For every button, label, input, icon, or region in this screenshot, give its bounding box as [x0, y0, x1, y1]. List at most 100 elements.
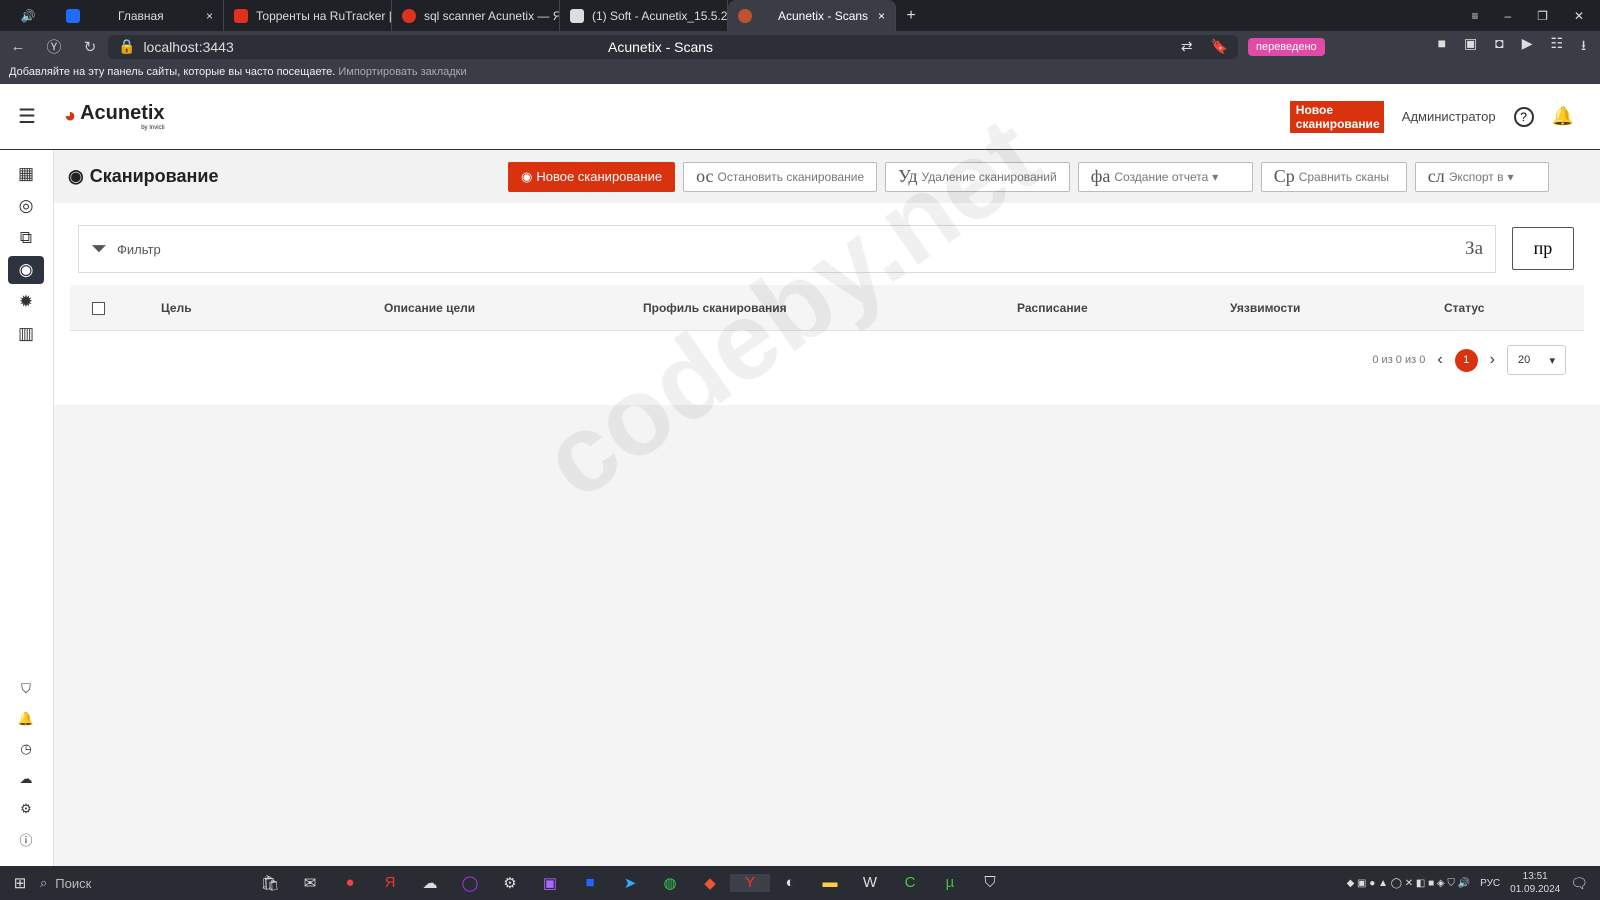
url-field[interactable]: 🔒 localhost:3443 Acunetix - Scans ⇄ 🔖 — [108, 34, 1238, 59]
filter-action-glyph[interactable]: За — [1465, 238, 1483, 260]
bookmark-icon[interactable]: 🔖 — [1211, 38, 1228, 55]
generate-report-button[interactable]: фа Создание отчета ▾ — [1077, 161, 1253, 192]
app-icon[interactable]: ■ — [570, 874, 610, 892]
user-menu[interactable]: Администратор — [1402, 109, 1496, 124]
info-icon[interactable]: ⓘ — [8, 826, 44, 852]
acunetix-logo[interactable]: ◕ Acunetix by Invicti — [64, 102, 165, 131]
language-indicator[interactable]: РУС — [1480, 878, 1500, 889]
button-label: Новое сканирование — [536, 169, 663, 184]
filter-funnel-icon: ⏷ — [91, 237, 107, 260]
lock-icon: 🔒 — [118, 38, 136, 54]
notifications-icon[interactable]: 🗨 — [1570, 875, 1588, 892]
yandex-icon[interactable]: Ⓨ — [36, 36, 72, 57]
targets-icon[interactable]: ◎ — [8, 192, 44, 220]
logo-mark-icon: ◕ — [64, 105, 77, 127]
favicon-icon — [234, 8, 248, 23]
sound-icon[interactable]: 🔊 — [0, 9, 56, 23]
tab-home[interactable]: Главная × — [56, 0, 224, 31]
tray-icons[interactable]: ◆ ▣ ● ▲ ◯ ✕ ◧ ■ ◈ ⛉ 🔊 — [1347, 878, 1471, 889]
shield-icon[interactable]: ⛉ — [8, 676, 44, 702]
close-window-icon[interactable]: ✕ — [1574, 9, 1584, 23]
close-tab-icon[interactable]: × — [878, 9, 885, 23]
translate-icon[interactable]: ⇄ — [1181, 38, 1193, 55]
import-bookmarks-link[interactable]: Импортировать закладки — [338, 66, 466, 78]
reports-chart-icon[interactable]: ▥ — [8, 320, 44, 348]
app-icon[interactable]: ▣ — [530, 874, 570, 892]
reload-icon[interactable]: ↻ — [72, 38, 108, 56]
download-icon[interactable]: ⭳ — [1581, 35, 1586, 59]
play-icon[interactable]: ▶ — [1522, 35, 1533, 59]
page-1-button[interactable]: 1 — [1454, 348, 1478, 372]
tab-acunetix-scans[interactable]: Acunetix - Scans × — [728, 0, 896, 31]
translated-badge[interactable]: переведено — [1248, 37, 1325, 56]
telegram-icon[interactable]: ➤ — [610, 874, 650, 892]
tab-soft[interactable]: (1) Soft - Acunetix_15.5.23 — [560, 0, 728, 31]
tab-rutracker[interactable]: Торренты на RuTracker | T — [224, 0, 392, 31]
column-header-target[interactable]: Цель — [161, 301, 192, 315]
column-header-vulnerabilities[interactable]: Уязвимости — [1230, 301, 1300, 315]
app-icon[interactable]: ◆ — [690, 874, 730, 892]
next-page-icon[interactable]: › — [1490, 351, 1495, 369]
menu-icon[interactable]: ≡ — [1471, 9, 1478, 23]
extension-icon[interactable]: ■ — [1438, 35, 1446, 59]
app-icon[interactable]: ⚙ — [490, 874, 530, 892]
back-icon[interactable]: ← — [0, 38, 36, 55]
collections-icon[interactable]: ☷ — [1551, 35, 1564, 59]
app-icon[interactable]: C — [890, 874, 930, 892]
security-icon[interactable]: ⛉ — [970, 874, 1010, 892]
clock[interactable]: 13:51 01.09.2024 — [1510, 870, 1560, 896]
target-groups-icon[interactable]: ⧉ — [8, 224, 44, 252]
dashboard-icon[interactable]: ▦ — [8, 160, 44, 188]
steam-icon[interactable]: ◐ — [770, 874, 810, 892]
hamburger-menu-icon[interactable]: ☰ — [0, 104, 54, 129]
tab-yandex-search[interactable]: sql scanner Acunetix — Ян — [392, 0, 560, 31]
chrome-icon[interactable]: ● — [330, 874, 370, 892]
column-header-status[interactable]: Статус — [1444, 301, 1484, 315]
help-icon[interactable]: ? — [1513, 106, 1534, 127]
scan-icon: ◉ — [68, 166, 84, 186]
bell-icon[interactable]: 🔔 — [8, 706, 44, 732]
select-all-checkbox[interactable] — [92, 302, 105, 315]
yandex-icon[interactable]: Я — [370, 874, 410, 892]
search-label: Поиск — [55, 875, 92, 891]
cloud-upload-icon[interactable]: ☁ — [8, 766, 44, 792]
yandex-browser-icon[interactable]: Y — [730, 874, 770, 892]
app-icon[interactable]: W — [850, 874, 890, 892]
stop-scan-button[interactable]: ос Остановить сканирование — [683, 161, 878, 192]
caret-down-icon: ▾ — [1507, 169, 1514, 184]
file-explorer-icon[interactable]: ▬ — [810, 874, 850, 892]
minimize-icon[interactable]: – — [1504, 9, 1511, 23]
utorrent-icon[interactable]: µ — [930, 874, 970, 892]
clock-icon[interactable]: ◷ — [8, 736, 44, 762]
taskbar-search[interactable]: ⌕ Поиск — [40, 875, 160, 891]
vulnerabilities-bug-icon[interactable]: ✹ — [8, 288, 44, 316]
extension-icon[interactable]: ▣ — [1464, 35, 1477, 59]
column-header-description[interactable]: Описание цели — [384, 301, 475, 315]
extension-icon[interactable]: ◘ — [1495, 35, 1503, 59]
prev-page-icon[interactable]: ‹ — [1437, 351, 1442, 369]
store-icon[interactable]: 🛍 — [250, 874, 290, 892]
column-header-schedule[interactable]: Расписание — [1017, 301, 1088, 315]
settings-gear-icon[interactable]: ⚙ — [8, 796, 44, 822]
windows-start-icon[interactable]: ⊞ — [0, 874, 40, 892]
button-label: Сравнить сканы — [1298, 169, 1389, 184]
page-size-select[interactable]: 20 ▾ — [1507, 345, 1566, 375]
new-scan-button[interactable]: ◉ Новое сканирование — [508, 161, 676, 192]
notifications-bell-icon[interactable]: 🔔 — [1552, 106, 1574, 127]
export-button[interactable]: сл Экспорт в ▾ — [1414, 161, 1549, 192]
app-icon[interactable]: ☁ — [410, 874, 450, 892]
app-icon[interactable]: ◯ — [450, 874, 490, 892]
mail-icon[interactable]: ✉ — [290, 874, 330, 892]
close-tab-icon[interactable]: × — [206, 9, 213, 23]
new-tab-icon[interactable]: + — [896, 7, 926, 25]
filter-options-button[interactable]: пр — [1512, 227, 1574, 270]
whatsapp-icon[interactable]: ◍ — [650, 874, 690, 892]
compare-scans-button[interactable]: Ср Сравнить сканы — [1260, 161, 1407, 192]
restore-icon[interactable]: ❐ — [1537, 9, 1548, 23]
button-label: Остановить сканирование — [717, 169, 865, 184]
filter-placeholder: Фильтр — [117, 241, 161, 257]
button-glyph: ос — [696, 166, 714, 186]
header-new-scan-button[interactable]: Новое сканирование — [1289, 100, 1384, 133]
favicon-icon — [570, 8, 584, 23]
scans-icon[interactable]: ◉ — [8, 256, 44, 284]
